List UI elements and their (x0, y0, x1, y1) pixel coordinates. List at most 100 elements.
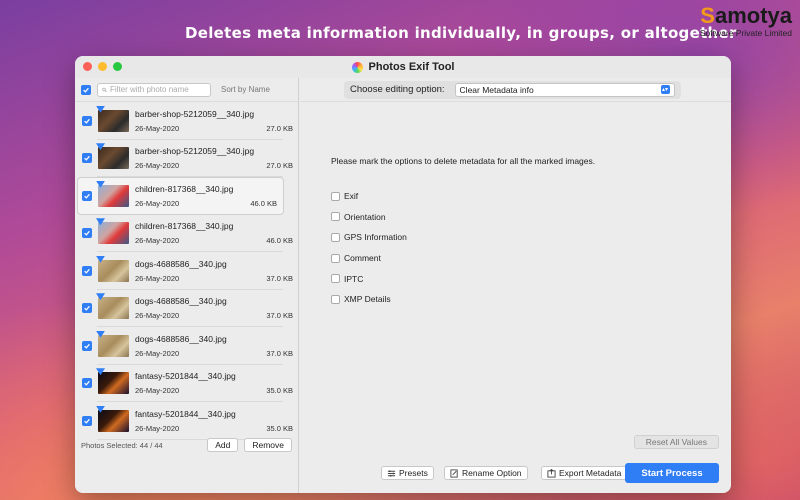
edited-badge-icon (96, 105, 105, 113)
photo-date: 26-May-2020 (135, 348, 180, 358)
metadata-option-checkbox[interactable] (331, 232, 340, 242)
photo-checkbox[interactable] (82, 340, 92, 351)
metadata-option-label: Exif (344, 191, 359, 202)
checkmark-icon (84, 306, 90, 312)
photo-size: 27.0 KB (266, 123, 293, 133)
metadata-option[interactable]: GPS Information (331, 227, 407, 248)
photo-list-item[interactable]: children-817368__340.jpg 26-May-2020 46.0 … (75, 215, 299, 253)
window-title: Photos Exif Tool (351, 61, 454, 73)
photo-meta: 26-May-2020 46.0 KB (135, 199, 277, 208)
photo-thumbnail (96, 255, 129, 282)
edited-badge-icon (96, 143, 105, 151)
photo-info: children-817368__340.jpg 26-May-2020 46.0 … (135, 184, 277, 208)
photo-checkbox[interactable] (82, 415, 92, 426)
photo-meta: 26-May-2020 37.0 KB (135, 274, 293, 283)
photo-thumbnail (96, 180, 129, 207)
title-bar: Photos Exif Tool (75, 56, 731, 78)
presets-button[interactable]: Presets (381, 466, 434, 480)
metadata-option-checkbox[interactable] (331, 294, 340, 304)
photo-meta: 26-May-2020 37.0 KB (135, 311, 293, 320)
sort-by-name-button[interactable]: Sort by Name (221, 85, 270, 94)
photo-date: 26-May-2020 (135, 161, 180, 171)
photo-list-item[interactable]: children-817368__340.jpg 26-May-2020 46.0 … (77, 177, 284, 215)
photo-checkbox[interactable] (82, 190, 92, 201)
metadata-option[interactable]: Comment (331, 248, 407, 269)
app-window: Photos Exif Tool Sort by Name barber-sho… (75, 56, 731, 493)
minimize-window-button[interactable] (98, 62, 107, 71)
rename-option-button[interactable]: Rename Option (444, 466, 528, 480)
bottom-bar: Presets Rename Option Export Metadata St… (300, 455, 731, 493)
editing-option-select[interactable]: Clear Metadata info ▴▾ (454, 82, 675, 97)
photo-checkbox[interactable] (82, 378, 92, 389)
filter-input[interactable] (110, 85, 206, 94)
editing-option-bar: Choose editing option: Clear Metadata in… (300, 78, 731, 102)
metadata-option[interactable]: Orientation (331, 207, 407, 228)
photo-checkbox[interactable] (82, 265, 92, 276)
photo-name: dogs-4688586__340.jpg (135, 258, 227, 269)
photo-meta: 26-May-2020 46.0 KB (135, 236, 293, 245)
photo-date: 26-May-2020 (135, 123, 180, 133)
edited-badge-icon (96, 255, 105, 263)
photo-size: 37.0 KB (266, 311, 293, 321)
metadata-option-checkbox[interactable] (331, 212, 340, 222)
metadata-option[interactable]: Exif (331, 186, 407, 207)
photo-size: 46.0 KB (266, 236, 293, 246)
photo-info: fantasy-5201844__340.jpg 26-May-2020 35.0 … (135, 409, 293, 433)
close-window-button[interactable] (83, 62, 92, 71)
photo-list-item[interactable]: barber-shop-5212059__340.jpg 26-May-2020 2… (75, 102, 299, 140)
export-metadata-button[interactable]: Export Metadata (541, 466, 628, 480)
photo-list-item[interactable]: dogs-4688586__340.jpg 26-May-2020 37.0 KB (75, 252, 299, 290)
photo-checkbox[interactable] (82, 228, 92, 239)
checkmark-icon (84, 193, 90, 199)
edited-badge-icon (96, 330, 105, 338)
photo-list-item[interactable]: fantasy-5201844__340.jpg 26-May-2020 35.0 … (75, 402, 299, 440)
brand-logo: Samotya Software Private Limited (700, 4, 792, 39)
photo-list-item[interactable]: dogs-4688586__340.jpg 26-May-2020 37.0 KB (75, 290, 299, 328)
metadata-option[interactable]: IPTC (331, 268, 407, 289)
photo-list: barber-shop-5212059__340.jpg 26-May-2020 2… (75, 102, 299, 452)
photo-meta: 26-May-2020 27.0 KB (135, 124, 293, 133)
photo-checkbox[interactable] (82, 303, 92, 314)
photo-name: barber-shop-5212059__340.jpg (135, 108, 255, 119)
export-metadata-label: Export Metadata (559, 468, 622, 478)
photo-name: barber-shop-5212059__340.jpg (135, 146, 255, 157)
photo-size: 37.0 KB (266, 348, 293, 358)
edited-badge-icon (96, 180, 105, 188)
remove-button[interactable]: Remove (244, 438, 292, 452)
checkmark-icon (84, 231, 90, 237)
metadata-option-checkbox[interactable] (331, 253, 340, 263)
photo-size: 35.0 KB (266, 423, 293, 433)
metadata-option-checkbox[interactable] (331, 191, 340, 201)
photo-thumbnail (96, 293, 129, 320)
photo-info: dogs-4688586__340.jpg 26-May-2020 37.0 KB (135, 334, 293, 358)
photo-list-item[interactable]: fantasy-5201844__340.jpg 26-May-2020 35.0 … (75, 365, 299, 403)
photo-info: barber-shop-5212059__340.jpg 26-May-2020 2… (135, 109, 293, 133)
presets-label: Presets (399, 468, 428, 478)
updown-chevron-icon: ▴▾ (660, 85, 670, 94)
checkmark-icon (84, 156, 90, 162)
photo-info: barber-shop-5212059__340.jpg 26-May-2020 2… (135, 146, 293, 170)
photo-date: 26-May-2020 (135, 198, 180, 208)
photo-list-item[interactable]: barber-shop-5212059__340.jpg 26-May-2020 2… (75, 140, 299, 178)
checkmark-icon (84, 343, 90, 349)
select-all-checkbox[interactable] (81, 84, 91, 95)
metadata-option[interactable]: XMP Details (331, 289, 407, 310)
add-button[interactable]: Add (207, 438, 239, 452)
photo-checkbox[interactable] (82, 115, 92, 126)
metadata-option-label: Comment (344, 253, 381, 264)
photo-info: fantasy-5201844__340.jpg 26-May-2020 35.0 … (135, 371, 293, 395)
start-process-button[interactable]: Start Process (625, 463, 719, 483)
options-pane: Choose editing option: Clear Metadata in… (300, 78, 731, 455)
metadata-option-checkbox[interactable] (331, 274, 340, 284)
rename-option-label: Rename Option (462, 468, 522, 478)
photo-meta: 26-May-2020 27.0 KB (135, 161, 293, 170)
search-icon (102, 87, 107, 92)
photo-info: dogs-4688586__340.jpg 26-May-2020 37.0 KB (135, 259, 293, 283)
metadata-option-label: XMP Details (344, 294, 391, 305)
reset-all-values-button[interactable]: Reset All Values (633, 435, 719, 449)
zoom-window-button[interactable] (113, 62, 122, 71)
photo-list-item[interactable]: dogs-4688586__340.jpg 26-May-2020 37.0 KB (75, 327, 299, 365)
filter-field[interactable] (97, 82, 211, 97)
photo-checkbox[interactable] (82, 153, 92, 164)
list-toolbar: Sort by Name (75, 78, 298, 102)
